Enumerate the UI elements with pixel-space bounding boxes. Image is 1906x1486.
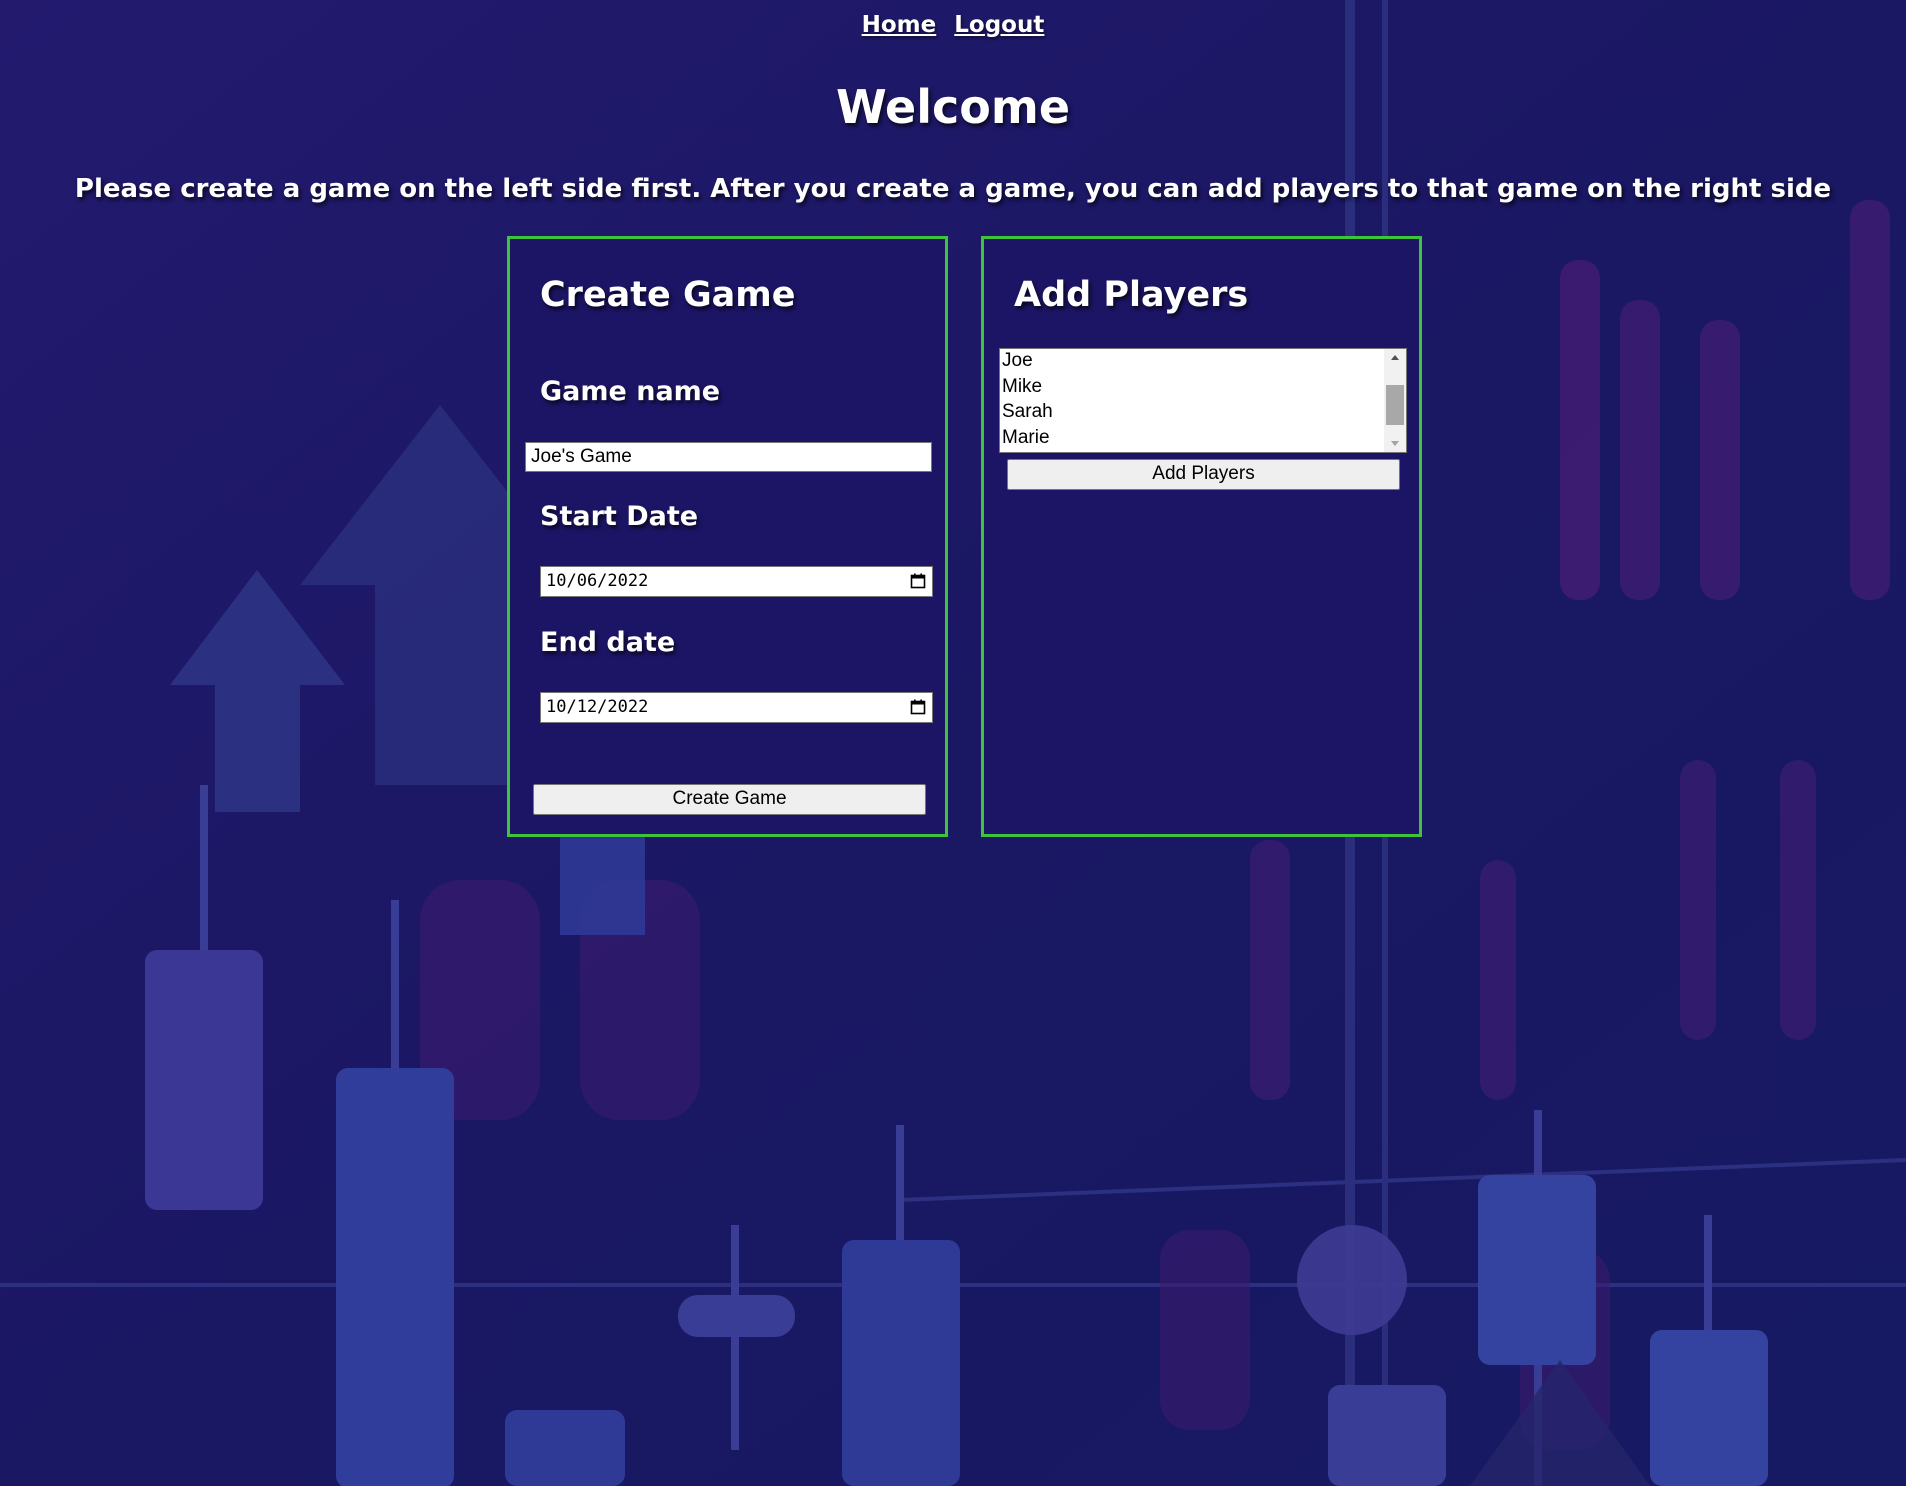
end-date-value: 10/12/2022 xyxy=(546,697,649,717)
end-date-label: End date xyxy=(540,627,676,658)
player-option[interactable]: Mike xyxy=(1002,375,1406,401)
player-option[interactable]: Joe xyxy=(1002,349,1406,375)
listbox-scrollbar[interactable] xyxy=(1384,349,1406,452)
create-game-button[interactable]: Create Game xyxy=(533,784,926,815)
start-date-label: Start Date xyxy=(540,501,699,532)
calendar-icon[interactable] xyxy=(910,573,926,589)
players-listbox[interactable]: Joe Mike Sarah Marie xyxy=(999,348,1407,453)
game-name-label: Game name xyxy=(540,376,721,407)
page-title: Welcome xyxy=(835,80,1071,134)
players-list: Joe Mike Sarah Marie xyxy=(1000,349,1406,451)
page-content: Home Logout Welcome Please create a game… xyxy=(0,0,1906,1486)
create-game-panel: Create Game Game name Start Date 10/06/2… xyxy=(507,236,948,837)
arrow-up-icon[interactable] xyxy=(1384,349,1406,367)
game-name-input[interactable] xyxy=(525,442,932,472)
calendar-icon[interactable] xyxy=(910,699,926,715)
start-date-value: 10/06/2022 xyxy=(546,571,649,591)
start-date-input[interactable]: 10/06/2022 xyxy=(540,566,933,597)
player-option[interactable]: Marie xyxy=(1002,426,1406,452)
logout-link[interactable]: Logout xyxy=(954,12,1044,38)
home-link[interactable]: Home xyxy=(862,12,937,38)
end-date-input[interactable]: 10/12/2022 xyxy=(540,692,933,723)
add-players-button[interactable]: Add Players xyxy=(1007,459,1400,490)
top-nav: Home Logout xyxy=(0,12,1906,38)
add-players-heading: Add Players xyxy=(1014,275,1249,315)
arrow-down-icon[interactable] xyxy=(1384,434,1406,452)
player-option[interactable]: Sarah xyxy=(1002,400,1406,426)
create-game-heading: Create Game xyxy=(540,275,796,315)
add-players-panel: Add Players Joe Mike Sarah Marie Add Pla… xyxy=(981,236,1422,837)
scrollbar-thumb[interactable] xyxy=(1386,385,1404,425)
instructions-text: Please create a game on the left side fi… xyxy=(74,174,1832,204)
